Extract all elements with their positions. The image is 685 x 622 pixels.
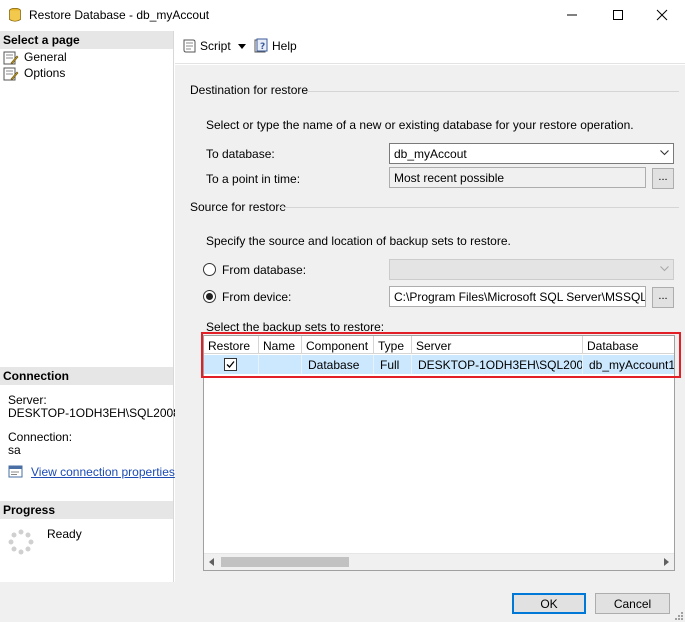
progress-status: Ready <box>47 527 82 541</box>
cancel-button[interactable]: Cancel <box>595 593 670 614</box>
scroll-right-icon[interactable] <box>662 558 670 566</box>
backup-sets-label: Select the backup sets to restore: <box>206 320 385 334</box>
backup-sets-grid[interactable]: Restore Name Component Type Server Datab… <box>203 335 675 571</box>
script-label: Script <box>200 39 231 53</box>
to-database-value: db_myAccout <box>394 147 467 161</box>
chevron-down-icon <box>660 266 669 272</box>
checkmark-icon <box>226 361 235 368</box>
properties-icon <box>8 465 23 478</box>
point-in-time-label: To a point in time: <box>206 172 301 186</box>
grid-header: Restore Name Component Type Server Datab… <box>204 336 674 354</box>
cell-database: db_myAccount11 <box>583 355 674 374</box>
scroll-left-icon[interactable] <box>208 558 216 566</box>
source-group-label: Source for restore <box>190 200 287 214</box>
help-icon: ? <box>254 38 268 53</box>
page-label-options: Options <box>24 66 66 80</box>
cell-server: DESKTOP-1ODH3EH\SQL2008 <box>412 355 583 374</box>
source-divider <box>279 207 679 208</box>
script-icon <box>183 39 196 53</box>
select-page-header: Select a page <box>0 31 173 49</box>
page-wrench-icon <box>3 67 19 81</box>
title-bar: Restore Database - db_myAccout <box>0 0 685 30</box>
minimize-button[interactable] <box>549 0 595 30</box>
minimize-icon <box>567 14 577 16</box>
page-label-general: General <box>24 50 67 64</box>
page-item-general[interactable]: General <box>3 50 103 66</box>
scrollbar-thumb[interactable] <box>221 557 349 567</box>
page-wrench-icon <box>3 51 19 65</box>
col-header-database[interactable]: Database <box>583 336 674 354</box>
chevron-down-icon <box>238 44 246 49</box>
from-device-field[interactable]: C:\Program Files\Microsoft SQL Server\MS… <box>389 286 646 307</box>
progress-header: Progress <box>0 501 173 519</box>
from-device-browse-button[interactable]: ... <box>652 287 674 308</box>
point-in-time-value: Most recent possible <box>394 171 505 185</box>
to-database-combo[interactable]: db_myAccout <box>389 143 674 164</box>
from-device-radio[interactable] <box>203 290 216 303</box>
destination-instruction: Select or type the name of a new or exis… <box>206 118 634 132</box>
help-label: Help <box>272 39 297 53</box>
svg-text:?: ? <box>260 42 265 52</box>
from-database-label: From database: <box>222 263 307 277</box>
col-header-component[interactable]: Component <box>302 336 374 354</box>
source-instruction: Specify the source and location of backu… <box>206 234 511 248</box>
maximize-button[interactable] <box>595 0 641 30</box>
cell-restore[interactable] <box>204 355 259 374</box>
progress-spinner-icon <box>8 529 34 555</box>
from-device-label: From device: <box>222 290 292 304</box>
col-header-restore[interactable]: Restore <box>204 336 259 354</box>
page-item-options[interactable]: Options <box>3 66 103 82</box>
from-database-combo[interactable] <box>389 259 674 280</box>
table-row[interactable]: Database Full DESKTOP-1ODH3EH\SQL2008 db… <box>204 355 674 374</box>
col-header-type[interactable]: Type <box>374 336 412 354</box>
connection-label: Connection: <box>8 430 73 444</box>
ok-button[interactable]: OK <box>512 593 586 614</box>
point-in-time-browse-button[interactable]: ... <box>652 168 674 189</box>
from-database-radio[interactable] <box>203 263 216 276</box>
cell-component: Database <box>302 355 374 374</box>
cell-type: Full <box>374 355 412 374</box>
help-button[interactable]: ? Help <box>253 38 303 57</box>
resize-grip-icon[interactable] <box>673 610 683 620</box>
destination-group-label: Destination for restore <box>190 83 309 97</box>
general-page: Destination for restore Select or type t… <box>175 65 685 582</box>
from-device-value: C:\Program Files\Microsoft SQL Server\MS… <box>394 290 646 304</box>
maximize-icon <box>613 10 623 20</box>
server-value: DESKTOP-1ODH3EH\SQL2008 <box>8 406 180 420</box>
connection-header: Connection <box>0 367 173 385</box>
horizontal-scrollbar[interactable] <box>204 553 674 570</box>
close-button[interactable] <box>639 0 685 30</box>
restore-checkbox[interactable] <box>224 358 237 371</box>
left-panel: Select a page General Options Connection… <box>0 31 180 582</box>
col-header-name[interactable]: Name <box>259 336 302 354</box>
database-icon <box>9 8 21 22</box>
view-props-label[interactable]: View connection properties <box>31 465 175 479</box>
destination-divider <box>303 91 679 92</box>
connection-value: sa <box>8 443 21 457</box>
point-in-time-field: Most recent possible <box>389 167 646 188</box>
server-label: Server: <box>8 393 47 407</box>
dialog-button-bar: OK Cancel <box>0 582 685 622</box>
col-header-server[interactable]: Server <box>412 336 583 354</box>
script-button[interactable]: Script <box>181 39 251 57</box>
to-database-label: To database: <box>206 147 275 161</box>
close-icon <box>656 9 668 21</box>
window-title: Restore Database - db_myAccout <box>29 8 210 22</box>
cell-name <box>259 355 302 374</box>
toolbar: Script ? Help <box>175 31 685 64</box>
chevron-down-icon <box>660 150 669 156</box>
